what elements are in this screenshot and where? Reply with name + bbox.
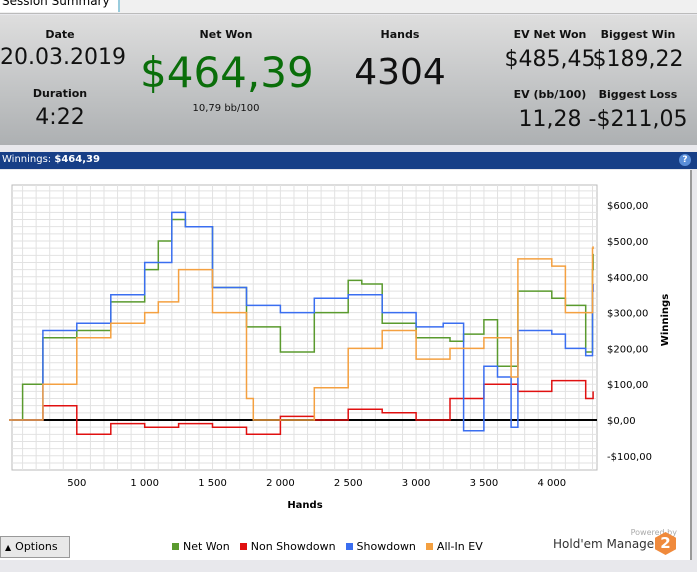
duration-value: 4:22 [35,105,85,130]
tab-bar: Session Summary [0,0,697,14]
duration-label: Duration [32,87,88,100]
y-tick-label: $200,00 [607,344,648,355]
biggest-win-value: $189,22 [592,47,684,72]
options-label: Options [15,540,58,553]
net-won-label: Net Won [199,28,253,41]
legend-label: Non Showdown [250,540,336,553]
hands-value: 4304 [354,52,446,93]
biggest-loss-label: Biggest Loss [598,88,678,101]
y-tick-label: $300,00 [607,309,648,320]
winnings-chart: -$100,00 $0,00 $100,00 $200,00 $300,00 $400,0… [0,170,692,560]
legend-item[interactable]: All-In EV [425,540,483,553]
x-tick-label: 500 [67,478,86,489]
y-axis-label: Winnings [660,294,671,346]
legend-label: Showdown [356,540,416,553]
chart-legend: Net Won Non Showdown Showdown All-In EV [172,540,483,553]
triangle-up-icon: ▲ [5,543,12,552]
y-tick-label: $500,00 [607,237,648,248]
ev-bb-label: EV (bb/100) [513,88,587,101]
y-tick-label: $100,00 [607,380,648,391]
bb100-value: 10,79 bb/100 [192,103,260,114]
winnings-header: Winnings: $464,39 ? [0,152,697,169]
legend-label: All-In EV [436,540,483,553]
biggest-win-label: Biggest Win [600,28,676,41]
chart-svg: -$100,00 $0,00 $100,00 $200,00 $300,00 $400,0… [9,184,671,511]
biggest-loss-value: -$211,05 [588,107,688,132]
help-icon[interactable]: ? [679,154,691,166]
options-button[interactable]: ▲ Options [0,536,70,558]
legend-item[interactable]: Showdown [345,540,416,553]
x-tick-label: 2 500 [334,478,363,489]
x-tick-label: 1 000 [130,478,159,489]
brand-label: Hold'em Manager [553,537,660,551]
x-axis-label: Hands [287,500,322,511]
x-tick-label: 2 000 [266,478,295,489]
date-value: 20.03.2019 [0,45,126,70]
legend-swatch [239,543,247,550]
date-label: Date [45,28,75,41]
ev-net-won-label: EV Net Won [513,28,587,41]
legend-swatch [425,543,433,550]
hands-label: Hands [380,28,420,41]
y-tick-label: -$100,00 [607,452,652,463]
x-tick-label: 3 000 [402,478,431,489]
legend-item[interactable]: Non Showdown [239,540,336,553]
y-tick-label: $0,00 [607,416,636,427]
legend-swatch [172,543,179,550]
legend-swatch [345,543,353,550]
net-won-value: $464,39 [140,48,314,97]
x-tick-label: 3 500 [470,478,499,489]
y-tick-label: $600,00 [607,201,648,212]
ev-net-won-value: $485,45 [504,47,596,72]
legend-item[interactable]: Net Won [172,540,230,553]
summary-panel: Date 20.03.2019 Duration 4:22 Net Won $4… [0,15,697,145]
tab-session-summary[interactable]: Session Summary [0,0,120,12]
legend-label: Net Won [183,540,230,553]
winnings-title-value: $464,39 [54,154,100,165]
x-tick-label: 1 500 [198,478,227,489]
winnings-title-label: Winnings: [2,154,52,165]
x-tick-label: 4 000 [537,478,566,489]
y-tick-label: $400,00 [607,273,648,284]
